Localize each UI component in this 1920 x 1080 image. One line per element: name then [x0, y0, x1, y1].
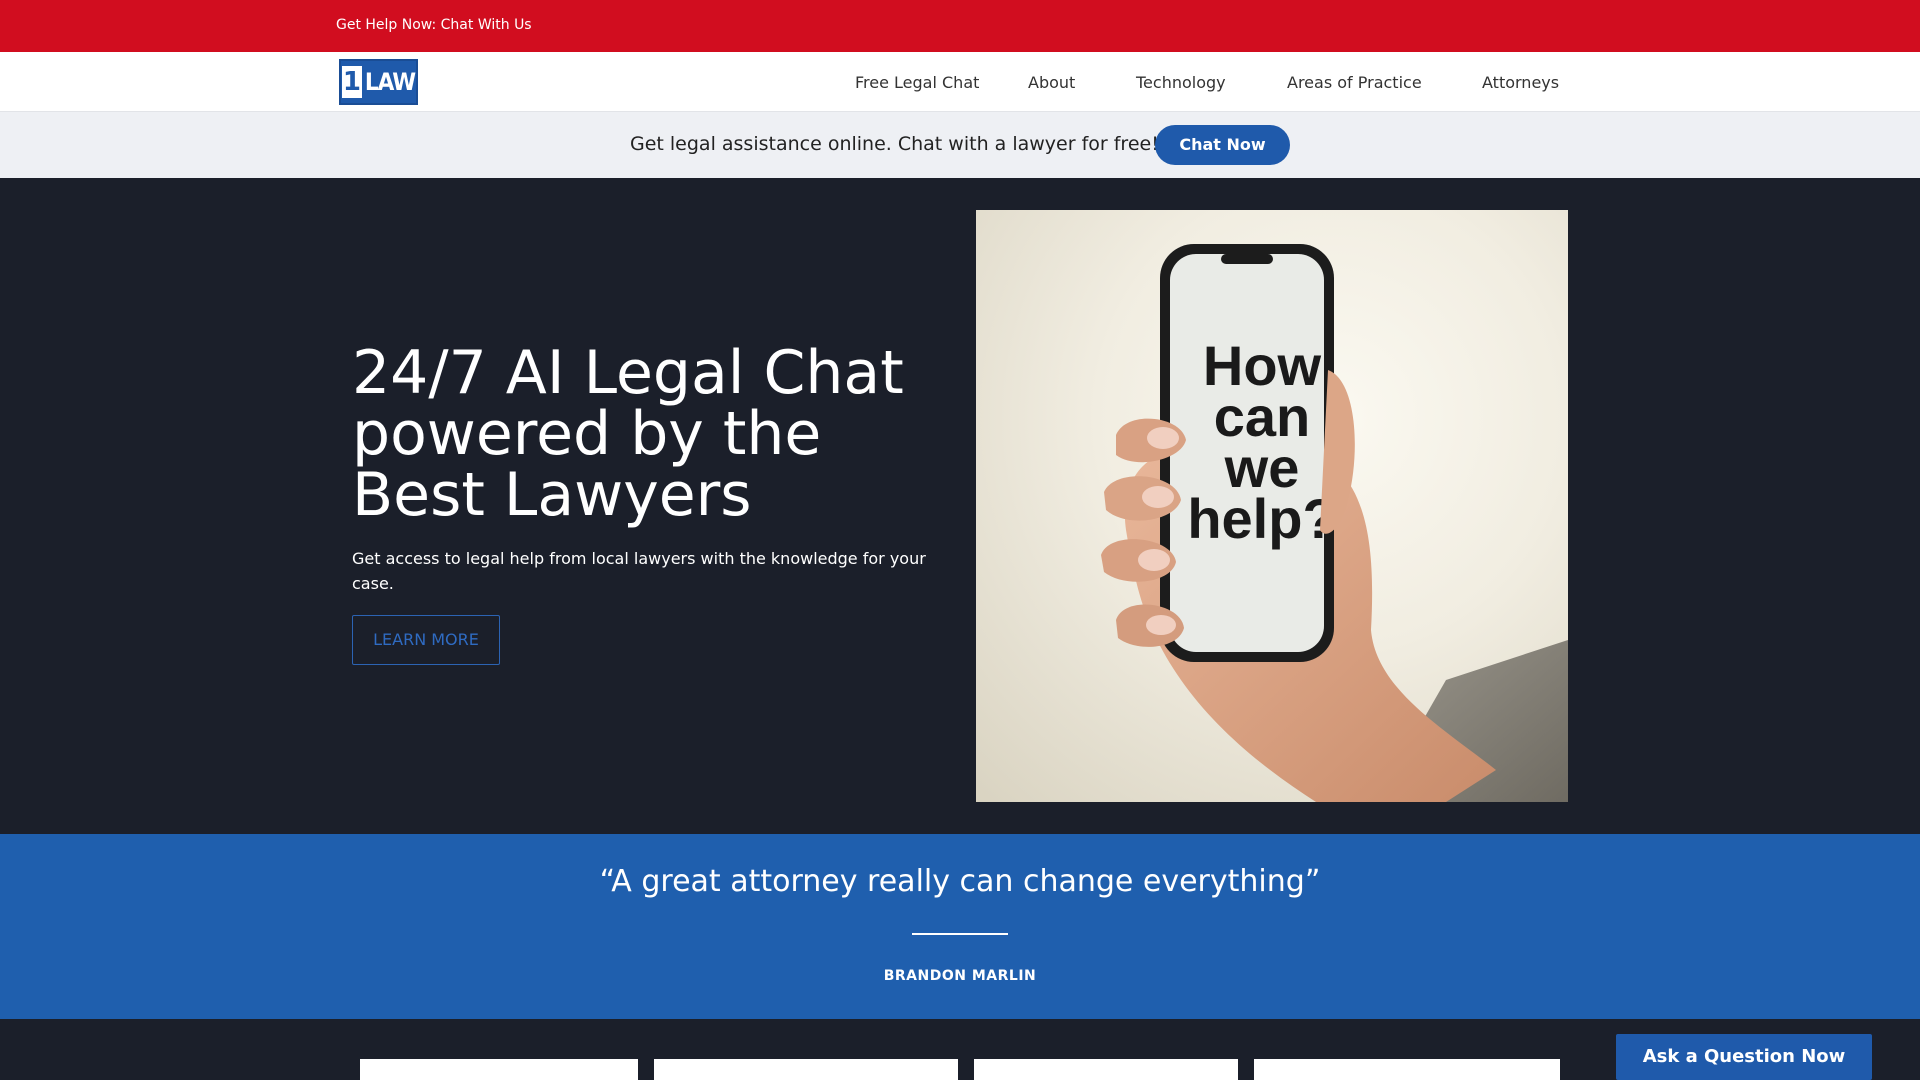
hero-title: 24/7 AI Legal Chat powered by the Best L…: [352, 338, 904, 530]
testimonial-quote: “A great attorney really can change ever…: [599, 864, 1321, 899]
feature-card: [1254, 1059, 1560, 1080]
phone-text-line-4: help?: [1187, 487, 1336, 550]
quote-divider: [912, 933, 1008, 935]
hero-section: 24/7 AI Legal Chat powered by the Best L…: [0, 178, 1920, 834]
nav-areas-of-practice[interactable]: Areas of Practice: [1287, 73, 1422, 92]
nav-attorneys[interactable]: Attorneys: [1482, 73, 1559, 92]
testimonial-author: BRANDON MARLIN: [883, 968, 1037, 984]
testimonial-section: “A great attorney really can change ever…: [0, 834, 1920, 1019]
nav-free-legal-chat[interactable]: Free Legal Chat: [855, 73, 979, 92]
chat-now-button[interactable]: Chat Now: [1155, 125, 1290, 165]
logo-number: 1: [341, 66, 362, 98]
feature-card: [360, 1059, 638, 1080]
ask-question-button[interactable]: Ask a Question Now: [1616, 1034, 1872, 1080]
top-alert-bar: Get Help Now: Chat With Us: [0, 0, 1920, 52]
get-help-link[interactable]: Get Help Now: Chat With Us: [336, 17, 532, 33]
promo-text: Get legal assistance online. Chat with a…: [630, 133, 1159, 155]
nav-about[interactable]: About: [1028, 73, 1075, 92]
site-logo[interactable]: 1 LAW: [339, 59, 418, 105]
promo-banner: Get legal assistance online. Chat with a…: [0, 112, 1920, 178]
feature-card: [974, 1059, 1238, 1080]
main-header: 1 LAW Free Legal Chat About Technology A…: [0, 52, 1920, 112]
hand-holding-phone-illustration: How can we help?: [1101, 244, 1568, 802]
feature-card: [654, 1059, 958, 1080]
hero-phone-image: How can we help?: [976, 210, 1568, 802]
logo-word: LAW: [364, 68, 416, 96]
nav-technology[interactable]: Technology: [1136, 73, 1226, 92]
hero-subtitle: Get access to legal help from local lawy…: [352, 549, 926, 593]
learn-more-button[interactable]: LEARN MORE: [352, 615, 500, 665]
